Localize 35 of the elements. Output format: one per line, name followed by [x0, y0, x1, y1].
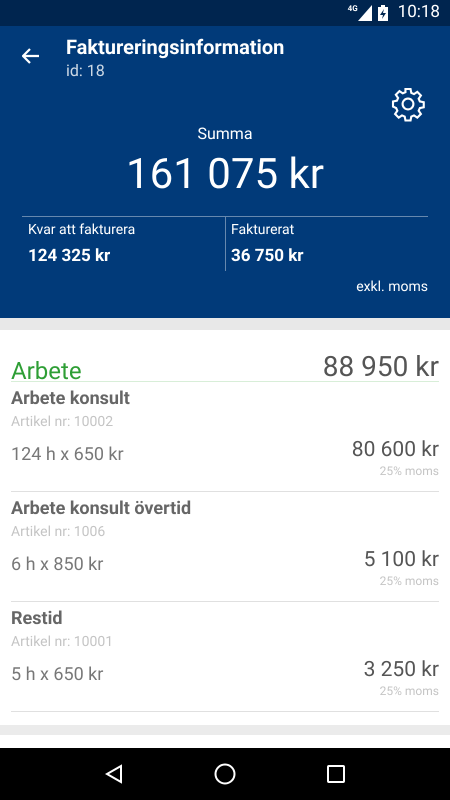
back-nav-icon[interactable] [105, 764, 124, 784]
article-number: Artikel nr: 1006 [11, 523, 106, 541]
item-price: 5 100 kr [364, 547, 439, 573]
stat-label: Fakturerat [231, 221, 296, 239]
clock: 10:18 [398, 1, 440, 24]
article-number: Artikel nr: 10001 [11, 633, 114, 651]
item-price: 80 600 kr [352, 437, 439, 463]
back-icon[interactable] [22, 48, 40, 64]
stat-value: 124 325 kr [28, 245, 112, 267]
stat-value: 36 750 kr [231, 245, 305, 267]
sum-label: Summa [196, 123, 254, 145]
item-name: Arbete konsult [11, 388, 131, 410]
signal-icon [358, 5, 372, 21]
recents-nav-icon[interactable] [326, 765, 345, 783]
settings-icon[interactable] [390, 86, 426, 122]
screen-subtitle: id: 18 [66, 60, 106, 82]
vat-note: 25% moms [380, 573, 439, 589]
sum-value: 161 075 kr [125, 150, 325, 200]
item-price: 3 250 kr [364, 657, 439, 683]
item-name: Arbete konsult övertid [11, 498, 192, 520]
screen-title: Faktureringsinformation [66, 34, 284, 60]
item-quantity: 124 h x 650 kr [11, 443, 124, 467]
vat-note: 25% moms [380, 463, 439, 479]
article-number: Artikel nr: 10002 [11, 413, 114, 431]
section-total: 88 950 kr [322, 353, 439, 381]
network-label: 4G [348, 5, 358, 13]
section-title: Arbete [11, 357, 82, 385]
item-name: Restid [11, 608, 64, 630]
battery-icon [378, 5, 388, 21]
stat-label: Kvar att fakturera [28, 221, 136, 239]
vat-note: 25% moms [380, 683, 439, 699]
item-quantity: 6 h x 850 kr [11, 553, 104, 577]
item-quantity: 5 h x 650 kr [11, 663, 104, 687]
home-nav-icon[interactable] [214, 763, 236, 785]
excl-vat-note: exkl. moms [355, 278, 428, 297]
